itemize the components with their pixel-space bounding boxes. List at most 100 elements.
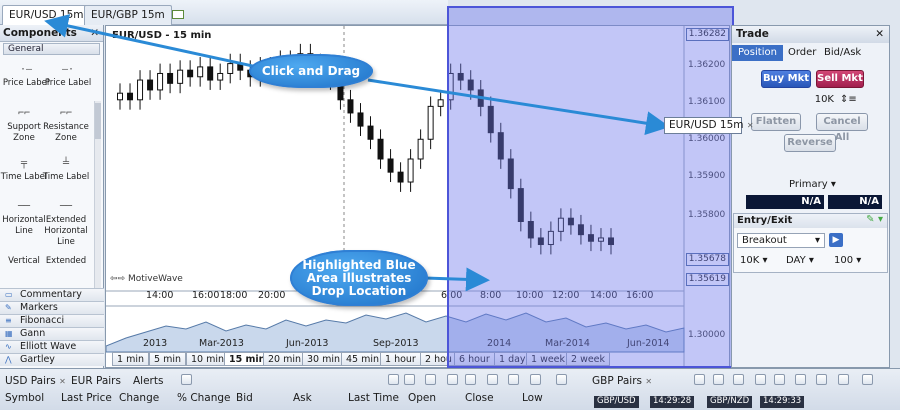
tools-scrollbar[interactable]	[94, 101, 101, 301]
entry-quantity-select[interactable]: 10K ▾	[740, 255, 768, 266]
candle-body	[147, 79, 154, 91]
toolbar-icon[interactable]	[404, 374, 415, 385]
chevron-down-icon: ▾	[814, 235, 820, 246]
toolbar-icon[interactable]	[713, 374, 724, 385]
column-close[interactable]: Close	[465, 392, 494, 404]
tool-support-zone[interactable]: ⌐⌐ Support Zone	[0, 108, 48, 144]
category-gann[interactable]: ▦ Gann	[0, 327, 104, 340]
tool-grid: ·— Price Label —· Price Label ⌐⌐ Support Zo…	[0, 56, 103, 301]
pencil-icon[interactable]: ✎ ▾	[866, 214, 883, 225]
resistance-zone-icon: ⌐⌐	[59, 108, 73, 119]
tab-alerts[interactable]: Alerts	[133, 375, 163, 387]
trade-header: Trade ✕	[732, 26, 889, 43]
category-elliott-wave[interactable]: ∿ Elliott Wave	[0, 340, 104, 353]
new-tab-icon[interactable]	[172, 10, 184, 19]
time-label: 16:00	[192, 290, 220, 301]
time-label-icon: ╤	[20, 158, 28, 169]
tab-label: EUR/GBP 15m	[91, 9, 165, 21]
add-icon[interactable]	[755, 374, 766, 385]
buy-market-button[interactable]: Buy Mkt	[761, 70, 811, 88]
category-fibonacci[interactable]: ≡ Fibonacci	[0, 314, 104, 327]
overview-label: Sep-2013	[373, 338, 419, 349]
toolbar-icon[interactable]	[425, 374, 436, 385]
tool-time-label[interactable]: ╤ Time Label	[0, 158, 48, 183]
highlight-callout: Highlighted Blue Area Illustrates Drop L…	[290, 250, 428, 306]
tool-vertical[interactable]: Vertical	[0, 256, 48, 268]
add-icon[interactable]	[447, 374, 458, 385]
tool-horizontal-line[interactable]: ── Horizontal Line	[0, 201, 48, 237]
quantity-stepper-icon[interactable]: ⇕≡	[840, 94, 857, 105]
category-commentary[interactable]: ▭ Commentary	[0, 288, 104, 301]
flatten-button[interactable]: Flatten	[751, 113, 801, 131]
time-in-force-select[interactable]: DAY ▾	[786, 255, 814, 266]
support-zone-icon: ⌐⌐	[17, 108, 31, 119]
toolbar-icon[interactable]	[508, 374, 519, 385]
toolbar-icon[interactable]	[733, 374, 744, 385]
timeframe-45min[interactable]: 45 min	[341, 352, 385, 366]
category-markers[interactable]: ✎ Markers	[0, 301, 104, 314]
timeframe-20min[interactable]: 20 min	[263, 352, 307, 366]
column-open[interactable]: Open	[408, 392, 436, 404]
column-ask[interactable]: Ask	[293, 392, 312, 404]
tab-order[interactable]: Order	[782, 45, 822, 61]
timeframe-10min[interactable]: 10 min	[186, 352, 230, 366]
column-percent-change[interactable]: % Change	[177, 392, 231, 404]
toolbar-icon[interactable]	[487, 374, 498, 385]
sell-market-button[interactable]: Sell Mkt	[816, 70, 864, 88]
tab-position[interactable]: Position	[732, 45, 783, 61]
tab-eur-pairs[interactable]: EUR Pairs	[71, 375, 121, 387]
close-icon[interactable]: ✕	[59, 377, 66, 386]
category-gartley[interactable]: ⋀ Gartley	[0, 353, 104, 366]
column-low[interactable]: Low	[522, 392, 543, 404]
tool-time-label-2[interactable]: ╧ Time Label	[42, 158, 90, 183]
candle-body	[197, 66, 204, 78]
candle-body	[417, 138, 424, 160]
timeframe-5min[interactable]: 5 min	[149, 352, 186, 366]
toolbar-icon[interactable]	[862, 374, 873, 385]
toolbar-icon[interactable]	[838, 374, 849, 385]
tool-extended[interactable]: Extended	[42, 256, 90, 268]
tab-eurusd-15m[interactable]: EUR/USD 15m	[2, 5, 91, 25]
tool-resistance-zone[interactable]: ⌐⌐ Resistance Zone	[42, 108, 90, 144]
reverse-button[interactable]: Reverse	[784, 134, 836, 152]
search-icon[interactable]	[465, 374, 476, 385]
tab-usd-pairs[interactable]: USD Pairs ✕	[5, 375, 66, 387]
strategy-select[interactable]: Breakout ▾	[737, 233, 825, 248]
play-icon[interactable]: ▶	[829, 233, 843, 247]
new-tab-icon[interactable]	[181, 374, 192, 385]
toolbar-icon[interactable]	[816, 374, 827, 385]
column-change[interactable]: Change	[119, 392, 159, 404]
toolbar-icon[interactable]	[795, 374, 806, 385]
tab-bid-ask[interactable]: Bid/Ask	[818, 45, 867, 61]
cancel-all-button[interactable]: Cancel All	[816, 113, 868, 143]
toolbar-icon[interactable]	[388, 374, 399, 385]
scroll-thumb[interactable]	[95, 103, 101, 139]
tool-price-label[interactable]: ·— Price Label	[2, 64, 50, 89]
marker-icon: ✎	[5, 303, 12, 312]
column-last-price[interactable]: Last Price	[61, 392, 112, 404]
category-general[interactable]: General	[3, 43, 100, 55]
tool-extended-horizontal-line[interactable]: ── Extended Horizontal Line	[42, 201, 90, 248]
column-last-time[interactable]: Last Time	[348, 392, 399, 404]
close-icon[interactable]: ✕	[875, 28, 884, 40]
tab-gbp-pairs[interactable]: GBP Pairs ✕	[592, 375, 652, 387]
close-icon[interactable]: ✕	[90, 27, 99, 39]
toolbar-icon[interactable]	[530, 374, 541, 385]
position-type-select[interactable]: Primary ▾	[789, 179, 836, 190]
toolbar-icon[interactable]	[556, 374, 567, 385]
dragged-chart-tab[interactable]: EUR/USD 15m ✕	[664, 117, 754, 134]
timeframe-30min[interactable]: 30 min	[302, 352, 346, 366]
timeframe-1hour[interactable]: 1 hour	[380, 352, 421, 366]
tab-eurgbp-15m[interactable]: EUR/GBP 15m	[84, 5, 172, 25]
extended-line-icon: ──	[59, 201, 73, 212]
timeframe-1min[interactable]: 1 min	[112, 352, 149, 366]
entry-value-select[interactable]: 100 ▾	[834, 255, 861, 266]
time-label: 14:00	[146, 290, 174, 301]
tool-price-label-2[interactable]: —· Price Label	[44, 64, 92, 89]
search-icon[interactable]	[774, 374, 785, 385]
column-bid[interactable]: Bid	[236, 392, 253, 404]
quantity-field[interactable]: 10K	[798, 93, 838, 108]
column-symbol[interactable]: Symbol	[5, 392, 44, 404]
close-icon[interactable]: ✕	[645, 377, 652, 386]
toolbar-icon[interactable]	[694, 374, 705, 385]
